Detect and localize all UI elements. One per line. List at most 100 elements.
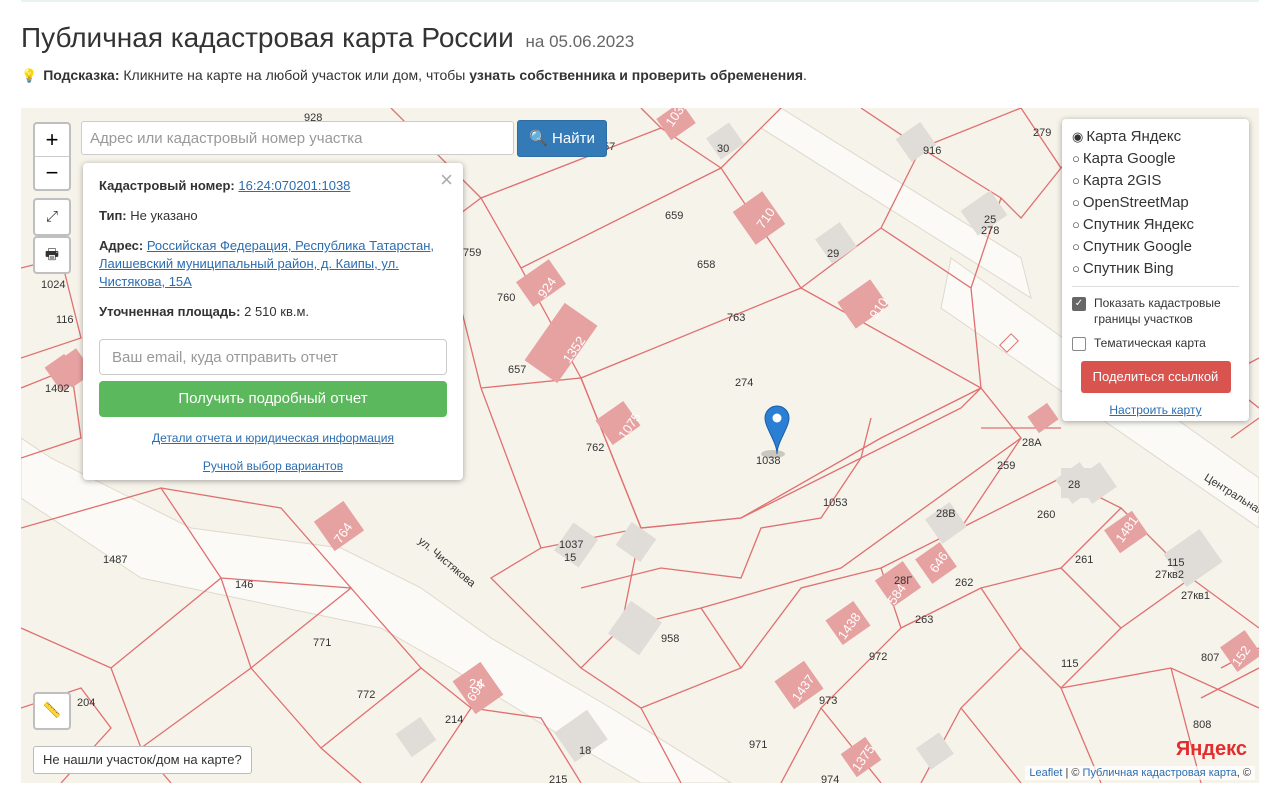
- svg-text:772: 772: [357, 689, 375, 701]
- svg-text:214: 214: [445, 714, 463, 726]
- area-value: 2 510 кв.м.: [244, 304, 310, 319]
- svg-text:116: 116: [56, 314, 74, 326]
- minus-icon[interactable]: −: [35, 156, 69, 189]
- ruler-icon[interactable]: 📏: [33, 692, 71, 730]
- svg-text:762: 762: [586, 442, 604, 454]
- layer-option-label: Спутник Google: [1082, 238, 1192, 255]
- svg-text:1037: 1037: [559, 539, 583, 551]
- report-details-link[interactable]: Детали отчета и юридическая информация: [152, 431, 394, 445]
- show-borders-checkbox[interactable]: ✓ Показать кадастровые границы участков: [1072, 295, 1239, 327]
- svg-text:972: 972: [869, 651, 887, 663]
- svg-text:261: 261: [1075, 554, 1093, 566]
- hint-label: Подсказка:: [43, 67, 120, 83]
- plus-icon[interactable]: +: [35, 124, 69, 156]
- thematic-map-label: Тематическая карта: [1094, 336, 1206, 350]
- layer-option-bing-satellite[interactable]: ○ Спутник Bing: [1072, 258, 1239, 280]
- layer-option-label: Спутник Bing: [1082, 260, 1174, 277]
- map-attribution: Leaflet | © Публичная кадастровая карта,…: [1025, 766, 1255, 780]
- hint-text: Кликните на карте на любой участок или д…: [119, 67, 470, 83]
- layer-option-google-map[interactable]: ○ Карта Google: [1072, 148, 1239, 170]
- not-found-button[interactable]: Не нашли участок/дом на карте?: [33, 746, 252, 774]
- svg-text:759: 759: [463, 247, 481, 259]
- type-value: Не указано: [130, 208, 198, 223]
- cadastral-number-link[interactable]: 16:24:070201:1038: [238, 178, 350, 193]
- svg-text:973: 973: [819, 695, 837, 707]
- get-report-button[interactable]: Получить подробный отчет: [99, 381, 447, 417]
- address-link[interactable]: Российская Федерация, Республика Татарст…: [99, 238, 434, 289]
- search-icon: 🔍: [529, 130, 548, 147]
- cadastral-map[interactable]: 1038 1053 274 763 658 659 762 657 760 75…: [21, 108, 1259, 783]
- layer-option-label: Карта Google: [1082, 150, 1176, 167]
- svg-text:27кв2: 27кв2: [1155, 569, 1184, 581]
- svg-text:115: 115: [1167, 557, 1185, 569]
- svg-text:260: 260: [1037, 509, 1055, 521]
- thematic-map-checkbox[interactable]: Тематическая карта: [1072, 335, 1239, 351]
- svg-text:204: 204: [77, 697, 95, 709]
- svg-text:1024: 1024: [41, 279, 65, 291]
- svg-text:771: 771: [313, 637, 331, 649]
- find-button[interactable]: 🔍 Найти: [517, 120, 607, 157]
- svg-text:279: 279: [1033, 127, 1051, 139]
- layer-option-label: Карта Яндекс: [1086, 128, 1182, 145]
- svg-text:760: 760: [497, 292, 515, 304]
- svg-text:262: 262: [955, 577, 973, 589]
- svg-text:971: 971: [749, 739, 767, 751]
- page-title-text: Публичная кадастровая карта России: [21, 22, 514, 53]
- address-row: Адрес: Российская Федерация, Республика …: [99, 237, 447, 291]
- zoom-control: + −: [33, 122, 71, 191]
- checkbox-checked-icon: ✓: [1072, 297, 1086, 311]
- layer-option-label: Карта 2GIS: [1082, 172, 1162, 189]
- svg-text:259: 259: [997, 460, 1015, 472]
- layers-panel: ◉ Карта Яндекс ○ Карта Google ○ Карта 2GIS …: [1062, 119, 1249, 421]
- bulb-icon: 💡: [21, 68, 38, 83]
- attribution-end: , ©: [1236, 767, 1251, 779]
- fullscreen-icon[interactable]: ⤢: [33, 198, 71, 236]
- area-row: Уточненная площадь: 2 510 кв.м.: [99, 303, 447, 321]
- page-date: на 05.06.2023: [525, 32, 635, 51]
- pkk-link[interactable]: Публичная кадастровая карта: [1083, 767, 1237, 779]
- parcel-info-popup: × Кадастровый номер: 16:24:070201:1038 Т…: [83, 163, 463, 480]
- svg-text:1053: 1053: [823, 497, 847, 509]
- svg-text:ул. Чистякова: ул. Чистякова: [416, 535, 479, 590]
- svg-text:1487: 1487: [103, 554, 127, 566]
- svg-text:807: 807: [1201, 652, 1219, 664]
- layer-option-2gis-map[interactable]: ○ Карта 2GIS: [1072, 170, 1239, 192]
- email-field[interactable]: [99, 339, 447, 375]
- layer-option-label: Спутник Яндекс: [1082, 216, 1195, 233]
- page-title: Публичная кадастровая карта России на 05…: [21, 22, 634, 54]
- type-label: Тип:: [99, 208, 127, 223]
- layer-option-osm[interactable]: ○ OpenStreetMap: [1072, 192, 1239, 214]
- svg-text:808: 808: [1193, 719, 1211, 731]
- layers-divider: [1072, 286, 1239, 287]
- svg-text:274: 274: [735, 377, 753, 389]
- layer-option-yandex-satellite[interactable]: ○ Спутник Яндекс: [1072, 214, 1239, 236]
- type-row: Тип: Не указано: [99, 207, 447, 225]
- manual-select-link[interactable]: Ручной выбор вариантов: [203, 459, 343, 473]
- layer-option-google-satellite[interactable]: ○ Спутник Google: [1072, 236, 1239, 258]
- layer-option-yandex-map[interactable]: ◉ Карта Яндекс: [1072, 126, 1239, 148]
- svg-text:15: 15: [564, 552, 576, 564]
- close-icon[interactable]: ×: [440, 167, 453, 193]
- hint-end: .: [803, 67, 807, 83]
- address-label: Адрес:: [99, 238, 144, 253]
- find-button-label: Найти: [552, 130, 595, 147]
- leaflet-link[interactable]: Leaflet: [1029, 767, 1062, 779]
- svg-text:657: 657: [508, 364, 526, 376]
- svg-text:24: 24: [469, 676, 483, 691]
- attribution-separator: | ©: [1062, 767, 1083, 779]
- hint-bold-text: узнать собственника и проверить обремене…: [469, 67, 804, 83]
- cadastral-row: Кадастровый номер: 16:24:070201:1038: [99, 177, 447, 195]
- configure-map-link[interactable]: Настроить карту: [1109, 403, 1201, 417]
- svg-text:18: 18: [579, 745, 591, 757]
- details-link-wrap: Детали отчета и юридическая информация: [99, 431, 447, 445]
- top-divider: [21, 0, 1259, 2]
- print-icon[interactable]: 🖶: [33, 236, 71, 274]
- share-link-button[interactable]: Поделиться ссылкой: [1080, 361, 1231, 393]
- search-input[interactable]: [81, 121, 514, 155]
- svg-text:659: 659: [665, 210, 683, 222]
- area-label: Уточненная площадь:: [99, 304, 241, 319]
- svg-text:1402: 1402: [45, 383, 69, 395]
- svg-text:763: 763: [727, 312, 745, 324]
- svg-text:28В: 28В: [936, 508, 956, 520]
- svg-text:115: 115: [1061, 658, 1079, 670]
